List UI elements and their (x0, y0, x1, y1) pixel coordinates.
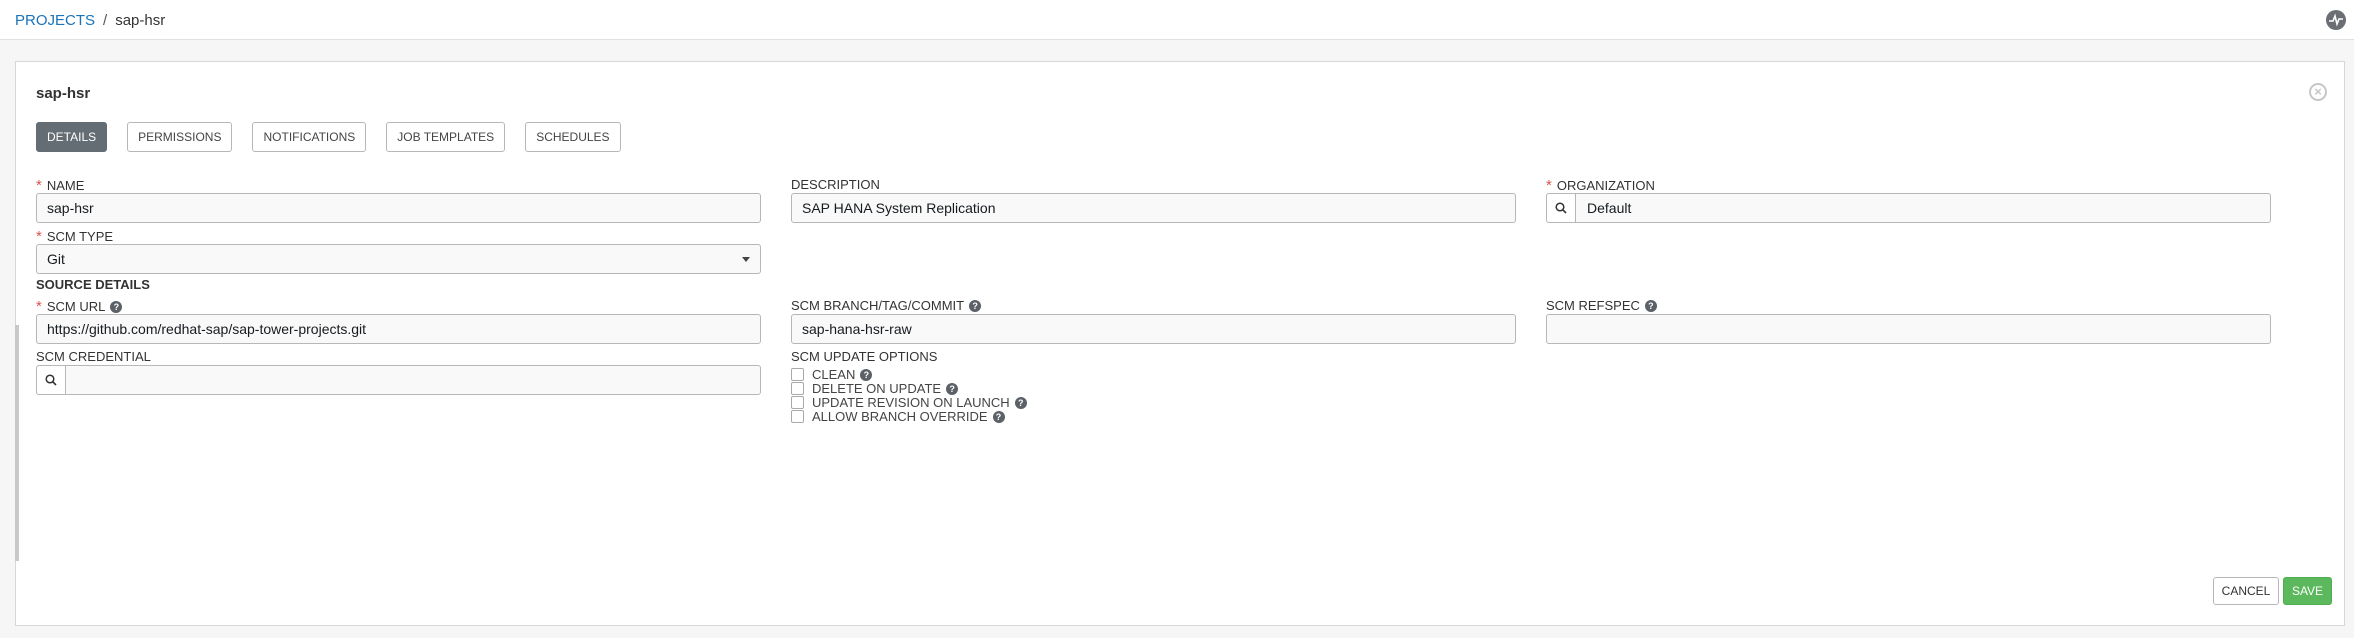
scm-branch-input[interactable]: sap-hana-hsr-raw (791, 314, 1516, 344)
scm-update-options-label: SCM UPDATE OPTIONS (791, 349, 938, 364)
help-icon[interactable]: ? (946, 383, 959, 395)
help-icon[interactable]: ? (969, 300, 982, 312)
scm-refspec-input[interactable] (1546, 314, 2271, 344)
required-marker: * (36, 177, 42, 194)
scm-refspec-label: SCM REFSPEC? (1546, 298, 1657, 313)
cancel-button[interactable]: CANCEL (2213, 577, 2279, 605)
breadcrumb-projects-link[interactable]: PROJECTS (15, 12, 95, 29)
scm-type-value: Git (47, 251, 65, 267)
checkbox[interactable] (791, 410, 804, 423)
help-icon[interactable]: ? (860, 369, 873, 381)
search-icon[interactable] (1547, 194, 1576, 222)
description-label: DESCRIPTION (791, 177, 880, 192)
option-update-revision-on-launch[interactable]: UPDATE REVISION ON LAUNCH? (791, 395, 1027, 410)
tab-bar: DETAILS PERMISSIONS NOTIFICATIONS JOB TE… (36, 122, 621, 152)
top-bar: PROJECTS / sap-hsr (0, 0, 2354, 40)
scm-credential-lookup[interactable] (36, 365, 761, 395)
tab-schedules[interactable]: SCHEDULES (525, 122, 621, 152)
close-icon[interactable]: × (2309, 83, 2327, 101)
source-details-heading: SOURCE DETAILS (36, 277, 150, 292)
required-marker: * (1546, 177, 1552, 194)
organization-lookup[interactable]: Default (1546, 193, 2271, 223)
caret-down-icon (742, 257, 750, 262)
help-icon[interactable]: ? (1644, 300, 1657, 312)
option-clean[interactable]: CLEAN? (791, 367, 873, 382)
description-input[interactable]: SAP HANA System Replication (791, 193, 1516, 223)
help-icon[interactable]: ? (1014, 397, 1027, 409)
option-allow-branch-override[interactable]: ALLOW BRANCH OVERRIDE? (791, 409, 1005, 424)
breadcrumb: PROJECTS / sap-hsr (15, 12, 165, 29)
organization-value: Default (1587, 200, 1632, 216)
panel-title: sap-hsr (36, 85, 91, 102)
tab-job-templates[interactable]: JOB TEMPLATES (386, 122, 506, 152)
name-label: * NAME (36, 177, 85, 194)
checkbox[interactable] (791, 396, 804, 409)
scm-url-label: * SCM URL? (36, 298, 123, 315)
scm-type-label: * SCM TYPE (36, 228, 114, 245)
help-icon[interactable]: ? (992, 411, 1005, 423)
breadcrumb-current: sap-hsr (115, 12, 166, 29)
help-icon[interactable]: ? (110, 301, 123, 313)
project-form-panel: sap-hsr × DETAILS PERMISSIONS NOTIFICATI… (15, 61, 2345, 626)
scm-branch-label: SCM BRANCH/TAG/COMMIT? (791, 298, 982, 313)
checkbox[interactable] (791, 382, 804, 395)
option-delete-on-update[interactable]: DELETE ON UPDATE? (791, 381, 959, 396)
save-button[interactable]: SAVE (2283, 577, 2332, 605)
tab-details[interactable]: DETAILS (36, 122, 108, 152)
activity-stream-icon[interactable] (2326, 10, 2346, 30)
tab-notifications[interactable]: NOTIFICATIONS (252, 122, 367, 152)
scm-credential-label: SCM CREDENTIAL (36, 349, 151, 364)
name-input[interactable]: sap-hsr (36, 193, 761, 223)
tab-permissions[interactable]: PERMISSIONS (127, 122, 233, 152)
checkbox[interactable] (791, 368, 804, 381)
required-marker: * (36, 228, 42, 245)
required-marker: * (36, 298, 42, 315)
scm-url-input[interactable]: https://github.com/redhat-sap/sap-tower-… (36, 314, 761, 344)
section-divider (15, 325, 19, 561)
search-icon[interactable] (37, 366, 66, 394)
scm-type-select[interactable]: Git (36, 244, 761, 274)
organization-label: * ORGANIZATION (1546, 177, 1655, 194)
breadcrumb-separator: / (103, 12, 108, 29)
